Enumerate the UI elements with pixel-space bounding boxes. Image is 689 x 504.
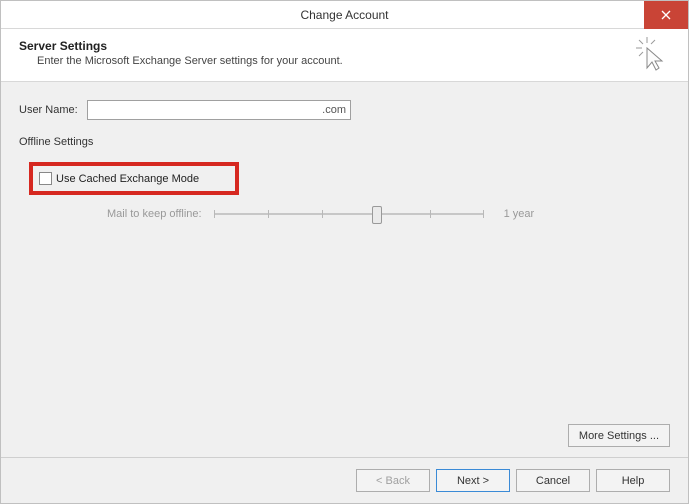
slider-tick <box>322 210 323 218</box>
cached-mode-highlight: Use Cached Exchange Mode <box>29 162 239 195</box>
cancel-button[interactable]: Cancel <box>516 469 590 492</box>
titlebar: Change Account <box>1 1 688 29</box>
close-button[interactable] <box>644 1 688 29</box>
footer: < Back Next > Cancel Help <box>1 457 688 503</box>
slider-caption: Mail to keep offline: <box>107 208 202 220</box>
username-label: User Name: <box>19 104 87 116</box>
next-button[interactable]: Next > <box>436 469 510 492</box>
slider-thumb[interactable] <box>372 206 382 224</box>
header-band: Server Settings Enter the Microsoft Exch… <box>1 29 688 82</box>
change-account-window: Change Account Server Settings Enter the… <box>0 0 689 504</box>
back-button[interactable]: < Back <box>356 469 430 492</box>
click-cursor-icon <box>634 35 668 73</box>
header-subtitle: Enter the Microsoft Exchange Server sett… <box>37 55 670 67</box>
close-icon <box>661 10 671 20</box>
username-row: User Name: <box>19 100 670 120</box>
more-settings-button[interactable]: More Settings ... <box>568 424 670 447</box>
header-title: Server Settings <box>19 39 670 53</box>
body: User Name: Offline Settings Use Cached E… <box>1 82 688 457</box>
slider-tick <box>483 210 484 218</box>
username-input[interactable] <box>87 100 351 120</box>
offline-settings-label: Offline Settings <box>19 136 670 148</box>
slider-tick <box>214 210 215 218</box>
cached-mode-checkbox[interactable] <box>39 172 52 185</box>
mail-offline-row: Mail to keep offline: 1 year <box>29 205 670 223</box>
slider-track <box>214 213 484 215</box>
help-button[interactable]: Help <box>596 469 670 492</box>
window-title: Change Account <box>300 8 388 22</box>
slider-end-label: 1 year <box>504 208 535 220</box>
slider-tick <box>430 210 431 218</box>
more-settings-row: More Settings ... <box>568 424 670 447</box>
cached-mode-label: Use Cached Exchange Mode <box>56 173 199 185</box>
mail-offline-slider[interactable] <box>214 205 484 223</box>
slider-tick <box>268 210 269 218</box>
